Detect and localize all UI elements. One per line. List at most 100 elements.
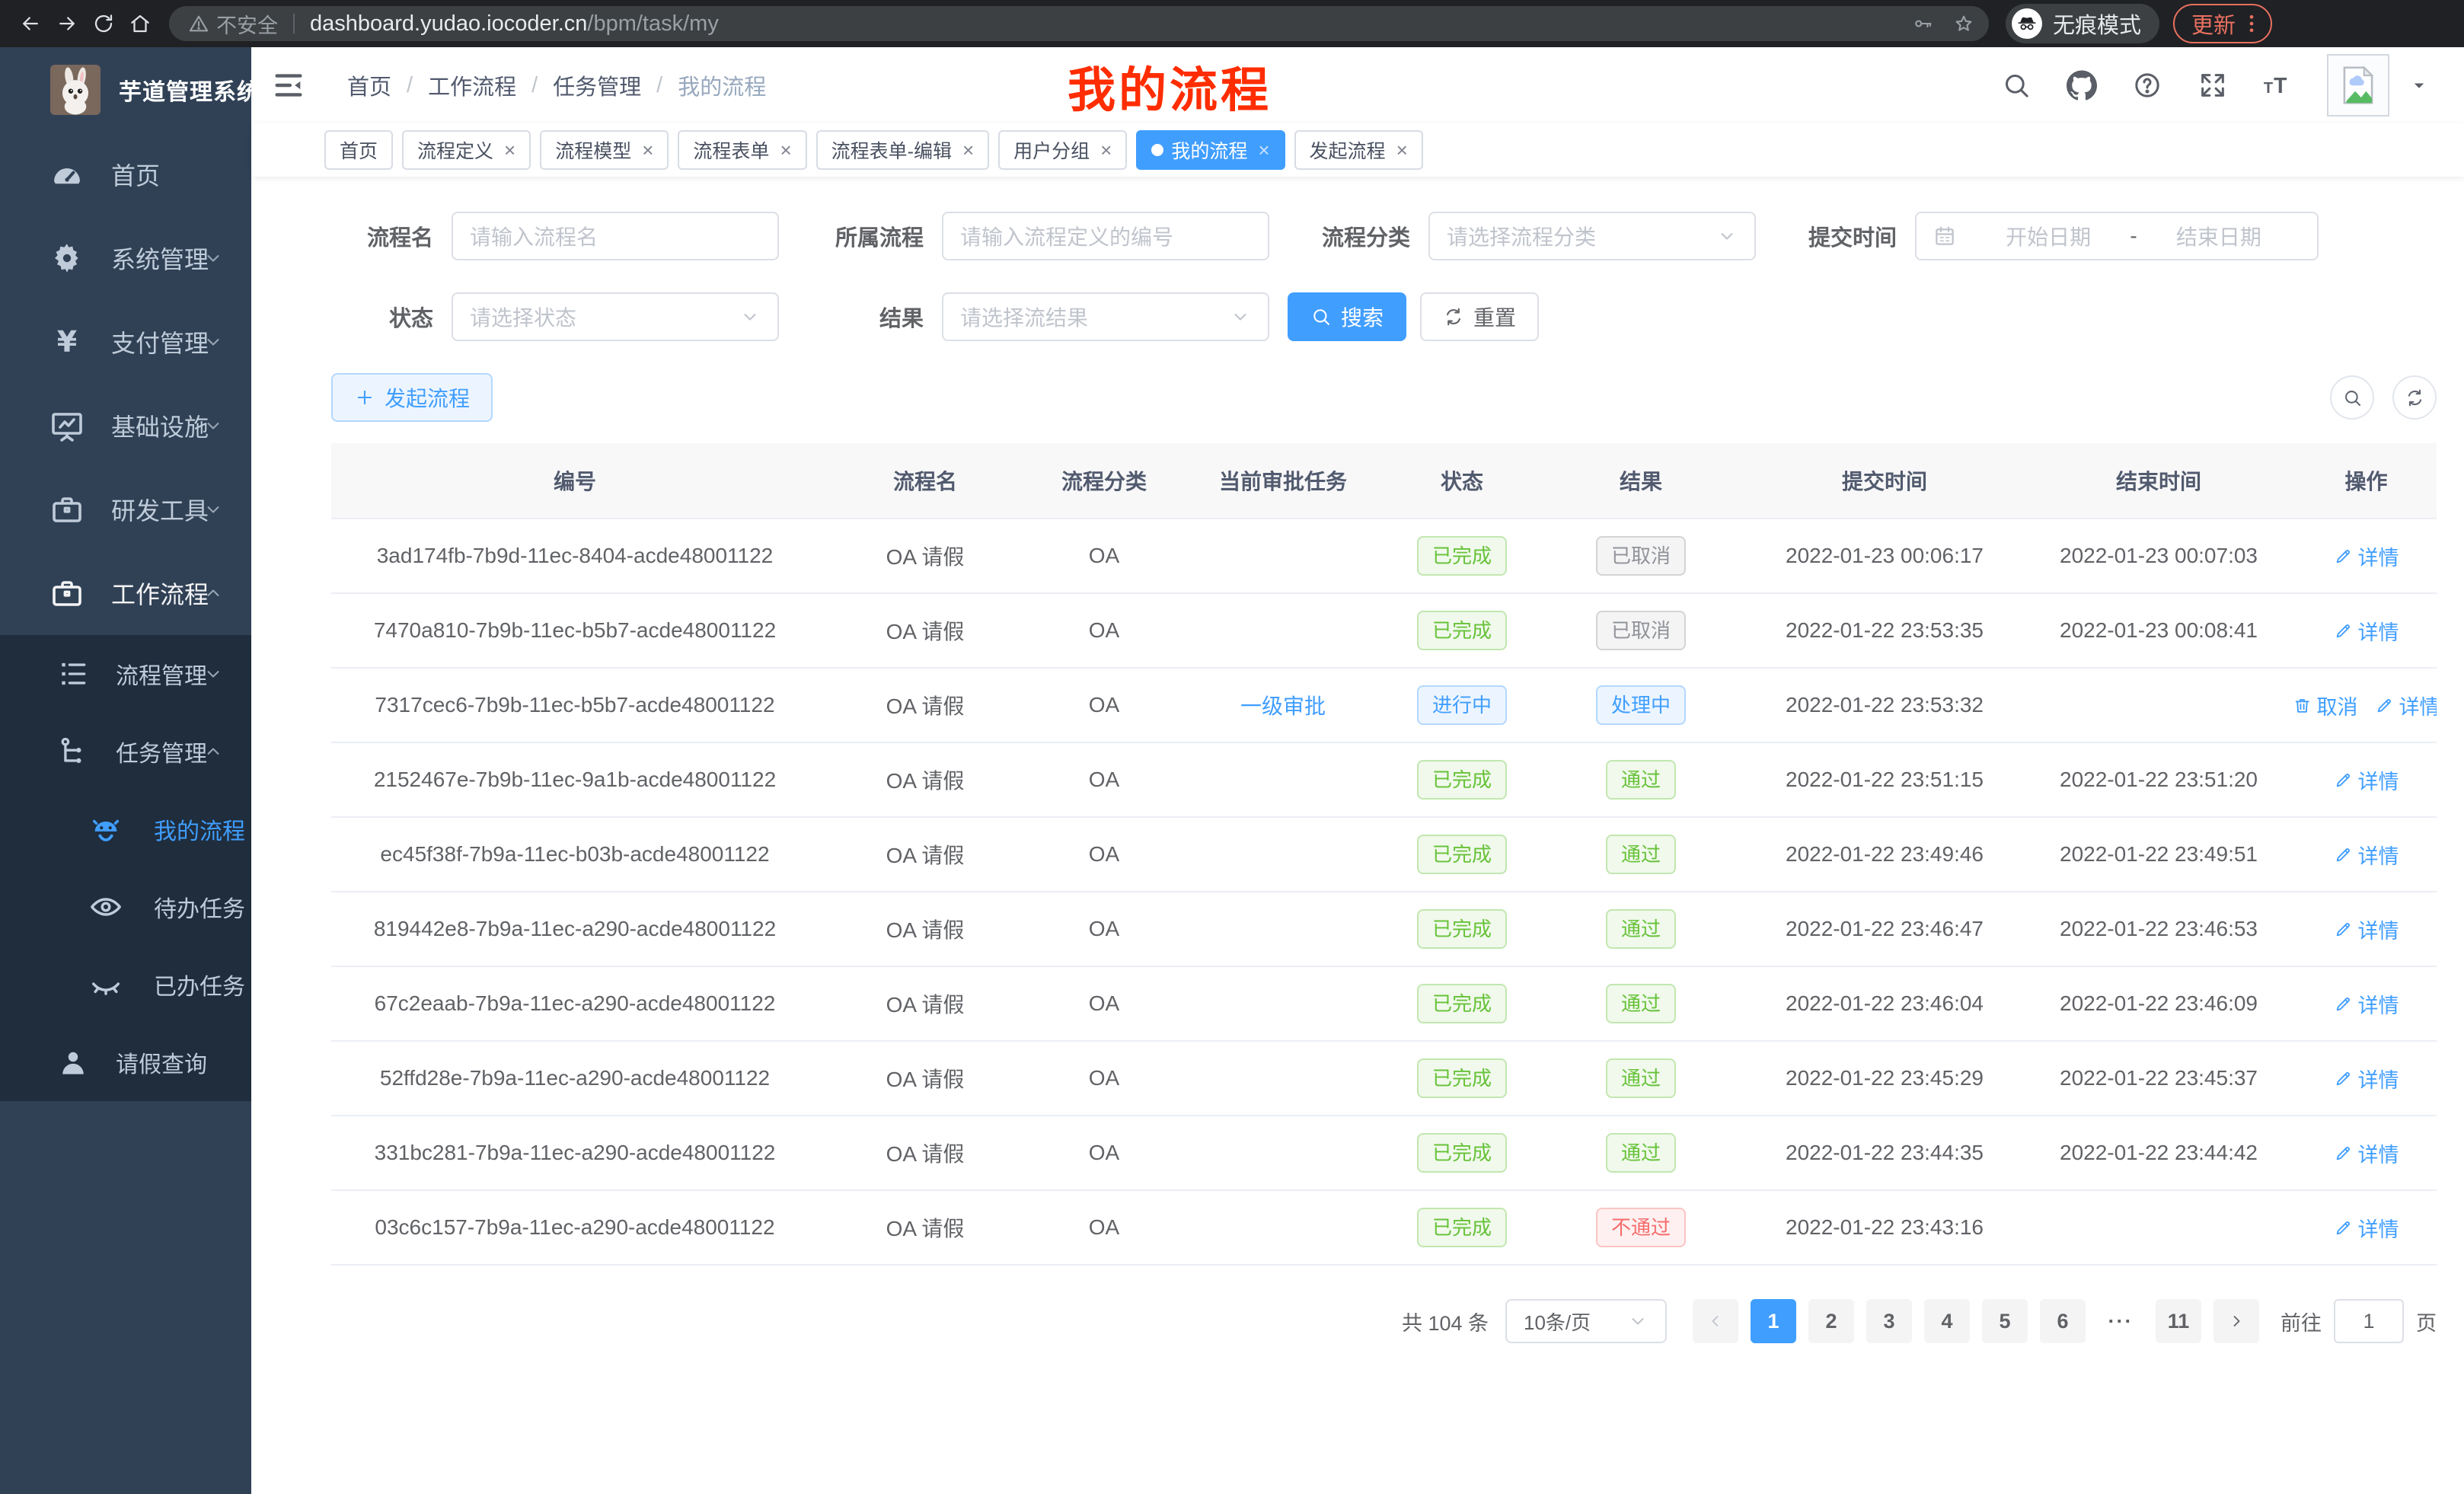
detail-link[interactable]: 详情 — [2334, 616, 2399, 646]
sidebar-item-研发工具[interactable]: 研发工具 — [0, 468, 251, 551]
detail-link[interactable]: 详情 — [2334, 1138, 2399, 1168]
detail-link[interactable]: 详情 — [2334, 989, 2399, 1019]
status-badge: 已完成 — [1417, 835, 1507, 875]
page-6[interactable]: 6 — [2040, 1299, 2086, 1343]
tab-我的流程[interactable]: 我的流程× — [1136, 130, 1285, 170]
tab-流程表单-编辑[interactable]: 流程表单-编辑× — [816, 130, 990, 170]
url-bar[interactable]: 不安全 dashboard.yudao.iocoder.cn/bpm/task/… — [169, 6, 1989, 41]
close-icon[interactable]: × — [1100, 140, 1112, 160]
goto-page-input[interactable]: 1 — [2334, 1299, 2404, 1343]
search-button[interactable]: 搜索 — [1288, 292, 1406, 341]
github-icon[interactable] — [2065, 69, 2099, 102]
back-icon[interactable] — [12, 5, 49, 42]
tab-流程模型[interactable]: 流程模型 × — [540, 130, 669, 170]
sidebar-item-基础设施[interactable]: 基础设施 — [0, 384, 251, 468]
detail-link[interactable]: 详情 — [2334, 541, 2399, 571]
more-pages-icon[interactable]: ··· — [2098, 1310, 2143, 1333]
svg-text:¥: ¥ — [57, 325, 77, 359]
search-icon[interactable] — [2000, 69, 2033, 102]
sidebar-item-流程管理[interactable]: 流程管理 — [0, 635, 251, 713]
cancel-link[interactable]: 取消 — [2296, 691, 2358, 720]
browser-update-button[interactable]: 更新 — [2173, 4, 2272, 43]
refresh-table-button[interactable] — [2392, 375, 2437, 420]
more-vert-icon[interactable] — [2237, 5, 2266, 42]
tab-用户分组[interactable]: 用户分组× — [998, 130, 1127, 170]
menu-fold-icon[interactable] — [271, 68, 306, 103]
bookmark-star-icon[interactable] — [1948, 8, 1980, 40]
breadcrumb-item[interactable]: 工作流程 — [428, 69, 516, 101]
breadcrumb-item[interactable]: 任务管理 — [553, 69, 641, 101]
create-process-button[interactable]: 发起流程 — [331, 373, 493, 422]
close-icon[interactable]: × — [642, 140, 653, 160]
close-icon[interactable]: × — [1396, 140, 1408, 160]
breadcrumb-item[interactable]: 首页 — [347, 69, 391, 101]
chevron-down-icon[interactable] — [2408, 74, 2430, 97]
sidebar-item-首页[interactable]: 首页 — [0, 132, 251, 216]
sidebar-item-支付管理[interactable]: ¥支付管理 — [0, 300, 251, 384]
sidebar-item-待办任务[interactable]: 待办任务 — [0, 868, 251, 946]
tab-label: 流程模型 — [555, 136, 631, 164]
page-1[interactable]: 1 — [1751, 1299, 1796, 1343]
category-label: 流程分类 — [1288, 220, 1428, 252]
page-3[interactable]: 3 — [1866, 1299, 1912, 1343]
eye-closed-icon — [88, 967, 123, 1002]
page-2[interactable]: 2 — [1808, 1299, 1854, 1343]
detail-link[interactable]: 详情 — [2334, 915, 2399, 944]
sidebar-item-已办任务[interactable]: 已办任务 — [0, 946, 251, 1023]
tab-流程表单[interactable]: 流程表单× — [678, 130, 806, 170]
close-icon[interactable]: × — [1258, 140, 1269, 160]
category-select[interactable]: 请选择流程分类 — [1428, 212, 1756, 260]
font-size-icon[interactable]: TT — [2261, 69, 2295, 102]
sidebar-item-label: 系统管理 — [111, 241, 209, 276]
table-row: 331bc281-7b9a-11ec-a290-acde48001122OA 请… — [331, 1116, 2437, 1191]
page-5[interactable]: 5 — [1982, 1299, 2028, 1343]
forward-icon[interactable] — [49, 5, 85, 42]
breadcrumb-item[interactable]: 我的流程 — [678, 69, 766, 101]
status-select[interactable]: 请选择状态 — [452, 292, 779, 341]
breadcrumb: 首页/工作流程/任务管理/我的流程 — [347, 69, 766, 101]
cell-result: 通过 — [1534, 1058, 1747, 1099]
tab-发起流程[interactable]: 发起流程× — [1294, 130, 1423, 170]
result-badge: 已取消 — [1596, 611, 1686, 651]
fullscreen-icon[interactable] — [2196, 69, 2229, 102]
prev-page-button[interactable] — [1693, 1299, 1738, 1343]
submit-time-range-picker[interactable]: 开始日期 - 结束日期 — [1915, 212, 2319, 260]
tab-流程定义[interactable]: 流程定义× — [402, 130, 531, 170]
task-link[interactable]: 一级审批 — [1240, 694, 1326, 718]
close-icon[interactable]: × — [780, 140, 791, 160]
pen-icon — [2334, 621, 2353, 640]
parent-process-label: 所属流程 — [797, 220, 942, 252]
sidebar-item-我的流程[interactable]: 我的流程 — [0, 790, 251, 868]
detail-link[interactable]: 详情 — [2334, 840, 2399, 870]
close-icon[interactable]: × — [962, 140, 974, 160]
cell-name: OA 请假 — [819, 690, 1032, 720]
key-icon[interactable] — [1907, 8, 1939, 40]
process-name-input[interactable]: 请输入流程名 — [452, 212, 779, 260]
logo[interactable]: 芋道管理系统 — [0, 47, 251, 132]
sidebar-item-系统管理[interactable]: 系统管理 — [0, 216, 251, 300]
detail-link[interactable]: 详情 — [2375, 691, 2437, 720]
detail-link[interactable]: 详情 — [2334, 1064, 2399, 1093]
sidebar-item-任务管理[interactable]: 任务管理 — [0, 713, 251, 790]
sidebar: 芋道管理系统 首页系统管理 ¥支付管理基础设施研发工具工作流程流程管理任务管理我的… — [0, 47, 251, 1494]
sidebar-item-请假查询[interactable]: 请假查询 — [0, 1023, 251, 1101]
next-page-button[interactable] — [2213, 1299, 2259, 1343]
reload-icon[interactable] — [85, 5, 122, 42]
detail-link[interactable]: 详情 — [2334, 1213, 2399, 1243]
result-select[interactable]: 请选择流结果 — [942, 292, 1269, 341]
close-icon[interactable]: × — [504, 140, 515, 160]
page-size-select[interactable]: 10条/页 — [1505, 1299, 1667, 1343]
avatar[interactable] — [2327, 54, 2389, 117]
page-4[interactable]: 4 — [1924, 1299, 1970, 1343]
reset-button[interactable]: 重置 — [1420, 292, 1539, 341]
page-11[interactable]: 11 — [2156, 1299, 2201, 1343]
home-icon[interactable] — [122, 5, 158, 42]
action-label: 详情 — [2358, 1064, 2399, 1093]
process-definition-input[interactable]: 请输入流程定义的编号 — [942, 212, 1269, 260]
question-icon[interactable] — [2130, 69, 2164, 102]
tab-首页[interactable]: 首页 — [324, 130, 393, 170]
cell-id: 7470a810-7b9b-11ec-b5b7-acde48001122 — [331, 618, 819, 643]
sidebar-item-工作流程[interactable]: 工作流程 — [0, 551, 251, 635]
toggle-search-button[interactable] — [2330, 375, 2374, 420]
detail-link[interactable]: 详情 — [2334, 765, 2399, 795]
